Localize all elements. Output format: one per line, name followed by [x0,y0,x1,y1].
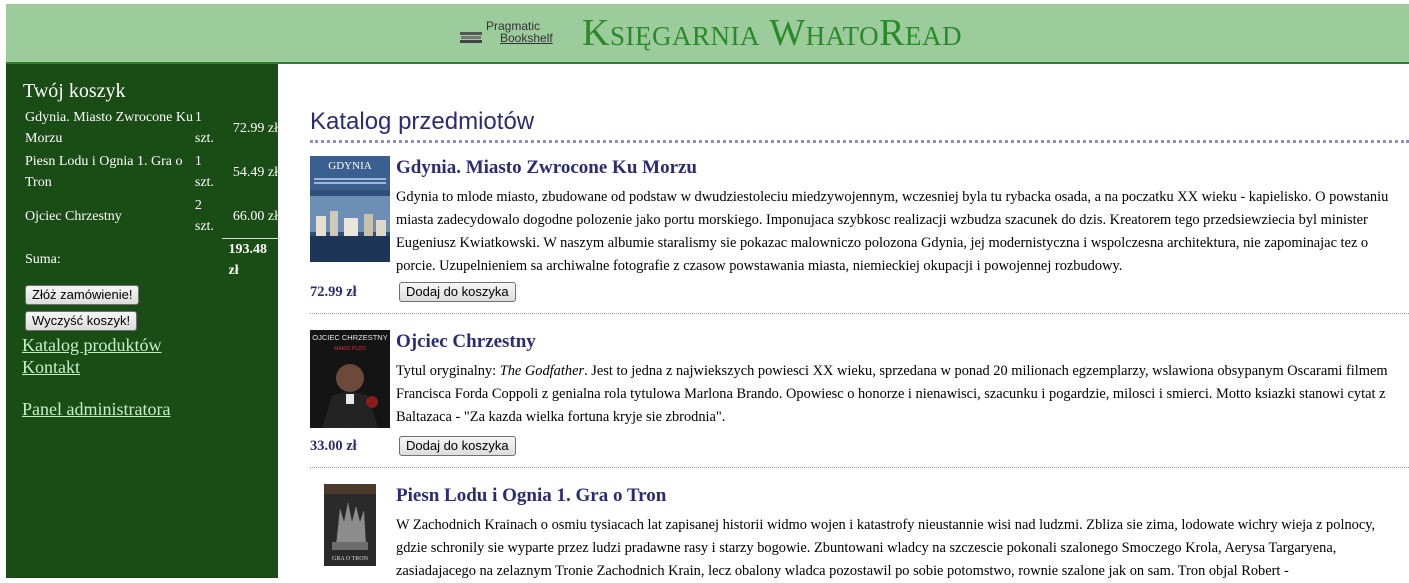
description-prefix: Tytul oryginalny: [396,363,500,379]
cart-row: Ojciec Chrzestny 2 szt. 66.00 zł [23,194,278,239]
admin-panel-link[interactable]: Panel administratora [22,398,170,420]
book-cover-title: GRA O TRON [332,556,369,562]
product-price: 33.00 zł [310,438,357,454]
add-to-cart-button[interactable]: Dodaj do koszyka [399,282,516,302]
book-cover-godfather: OJCIEC CHRZESTNY MARIO PUZO [310,330,390,428]
store-title: Księgarnia WhatoRead [582,12,962,54]
book-cover-game-of-thrones: GRA O TRON [324,484,376,566]
cart-row: Gdynia. Miasto Zwrocone Ku Morzu 1 szt. … [23,106,278,150]
pragmatic-bookshelf-logo: Pragmatic Bookshelf [458,18,568,48]
product-description: Gdynia to mlode miasto, zbudowane od pod… [396,189,1389,274]
product-title: Ojciec Chrzestny [396,331,536,352]
product-price: 72.99 zł [310,284,357,300]
catalog-link[interactable]: Katalog produktów [22,334,161,356]
catalog-title: Katalog przedmiotów [310,108,1409,143]
cart-title: Twój koszyk [23,80,126,102]
header-banner: Pragmatic Bookshelf Księgarnia WhatoRead [6,4,1409,64]
product-description: W Zachodnich Krainach o osmiu tysiacach … [396,517,1376,579]
cart-row: Piesn Lodu i Ognia 1. Gra o Tron 1 szt. … [23,150,278,194]
cart-item-name: Gdynia. Miasto Zwrocone Ku Morzu [25,110,193,146]
cart-sum-value: 193.48 zł [222,238,278,281]
cart-item-price: 54.49 zł [232,164,278,180]
logo-text-bookshelf: Bookshelf [500,31,553,45]
contact-link[interactable]: Kontakt [22,356,80,378]
clear-cart-button[interactable]: Wyczyść koszyk! [25,311,138,331]
cart-sum-label: Suma: [25,252,61,268]
original-title: The Godfather [499,363,585,379]
books-icon [460,32,482,43]
book-cover-title: GDYNIA [328,160,371,172]
cart-item-price: 72.99 zł [232,120,278,136]
book-cover-title: OJCIEC CHRZESTNY [312,333,387,342]
product-description: Tytul oryginalny: The Godfather. Jest to… [396,360,1408,429]
place-order-button[interactable]: Złóż zamówienie! [25,285,140,305]
cart-item-qty: 1 szt. [194,154,214,190]
product-separator [310,313,1409,314]
cart-item-name: Ojciec Chrzestny [25,208,122,224]
product-title: Gdynia. Miasto Zwrocone Ku Morzu [396,157,698,178]
cart-item-name: Piesn Lodu i Ognia 1. Gra o Tron [25,154,183,190]
product-title: Piesn Lodu i Ognia 1. Gra o Tron [396,485,667,506]
cart-sum-row: Suma: 193.48 zł [23,238,278,281]
cart-item-price: 66.00 zł [232,208,278,224]
book-cover-author: MARIO PUZO [334,346,366,352]
book-cover-gdynia: GDYNIA [310,156,390,262]
cart-table: Gdynia. Miasto Zwrocone Ku Morzu 1 szt. … [23,106,278,281]
cart-item-qty: 2 szt. [194,198,214,235]
sidebar: Twój koszyk Gdynia. Miasto Zwrocone Ku M… [6,64,278,578]
product-separator [310,467,1409,468]
add-to-cart-button[interactable]: Dodaj do koszyka [399,436,516,456]
cart-item-qty: 1 szt. [194,110,214,146]
